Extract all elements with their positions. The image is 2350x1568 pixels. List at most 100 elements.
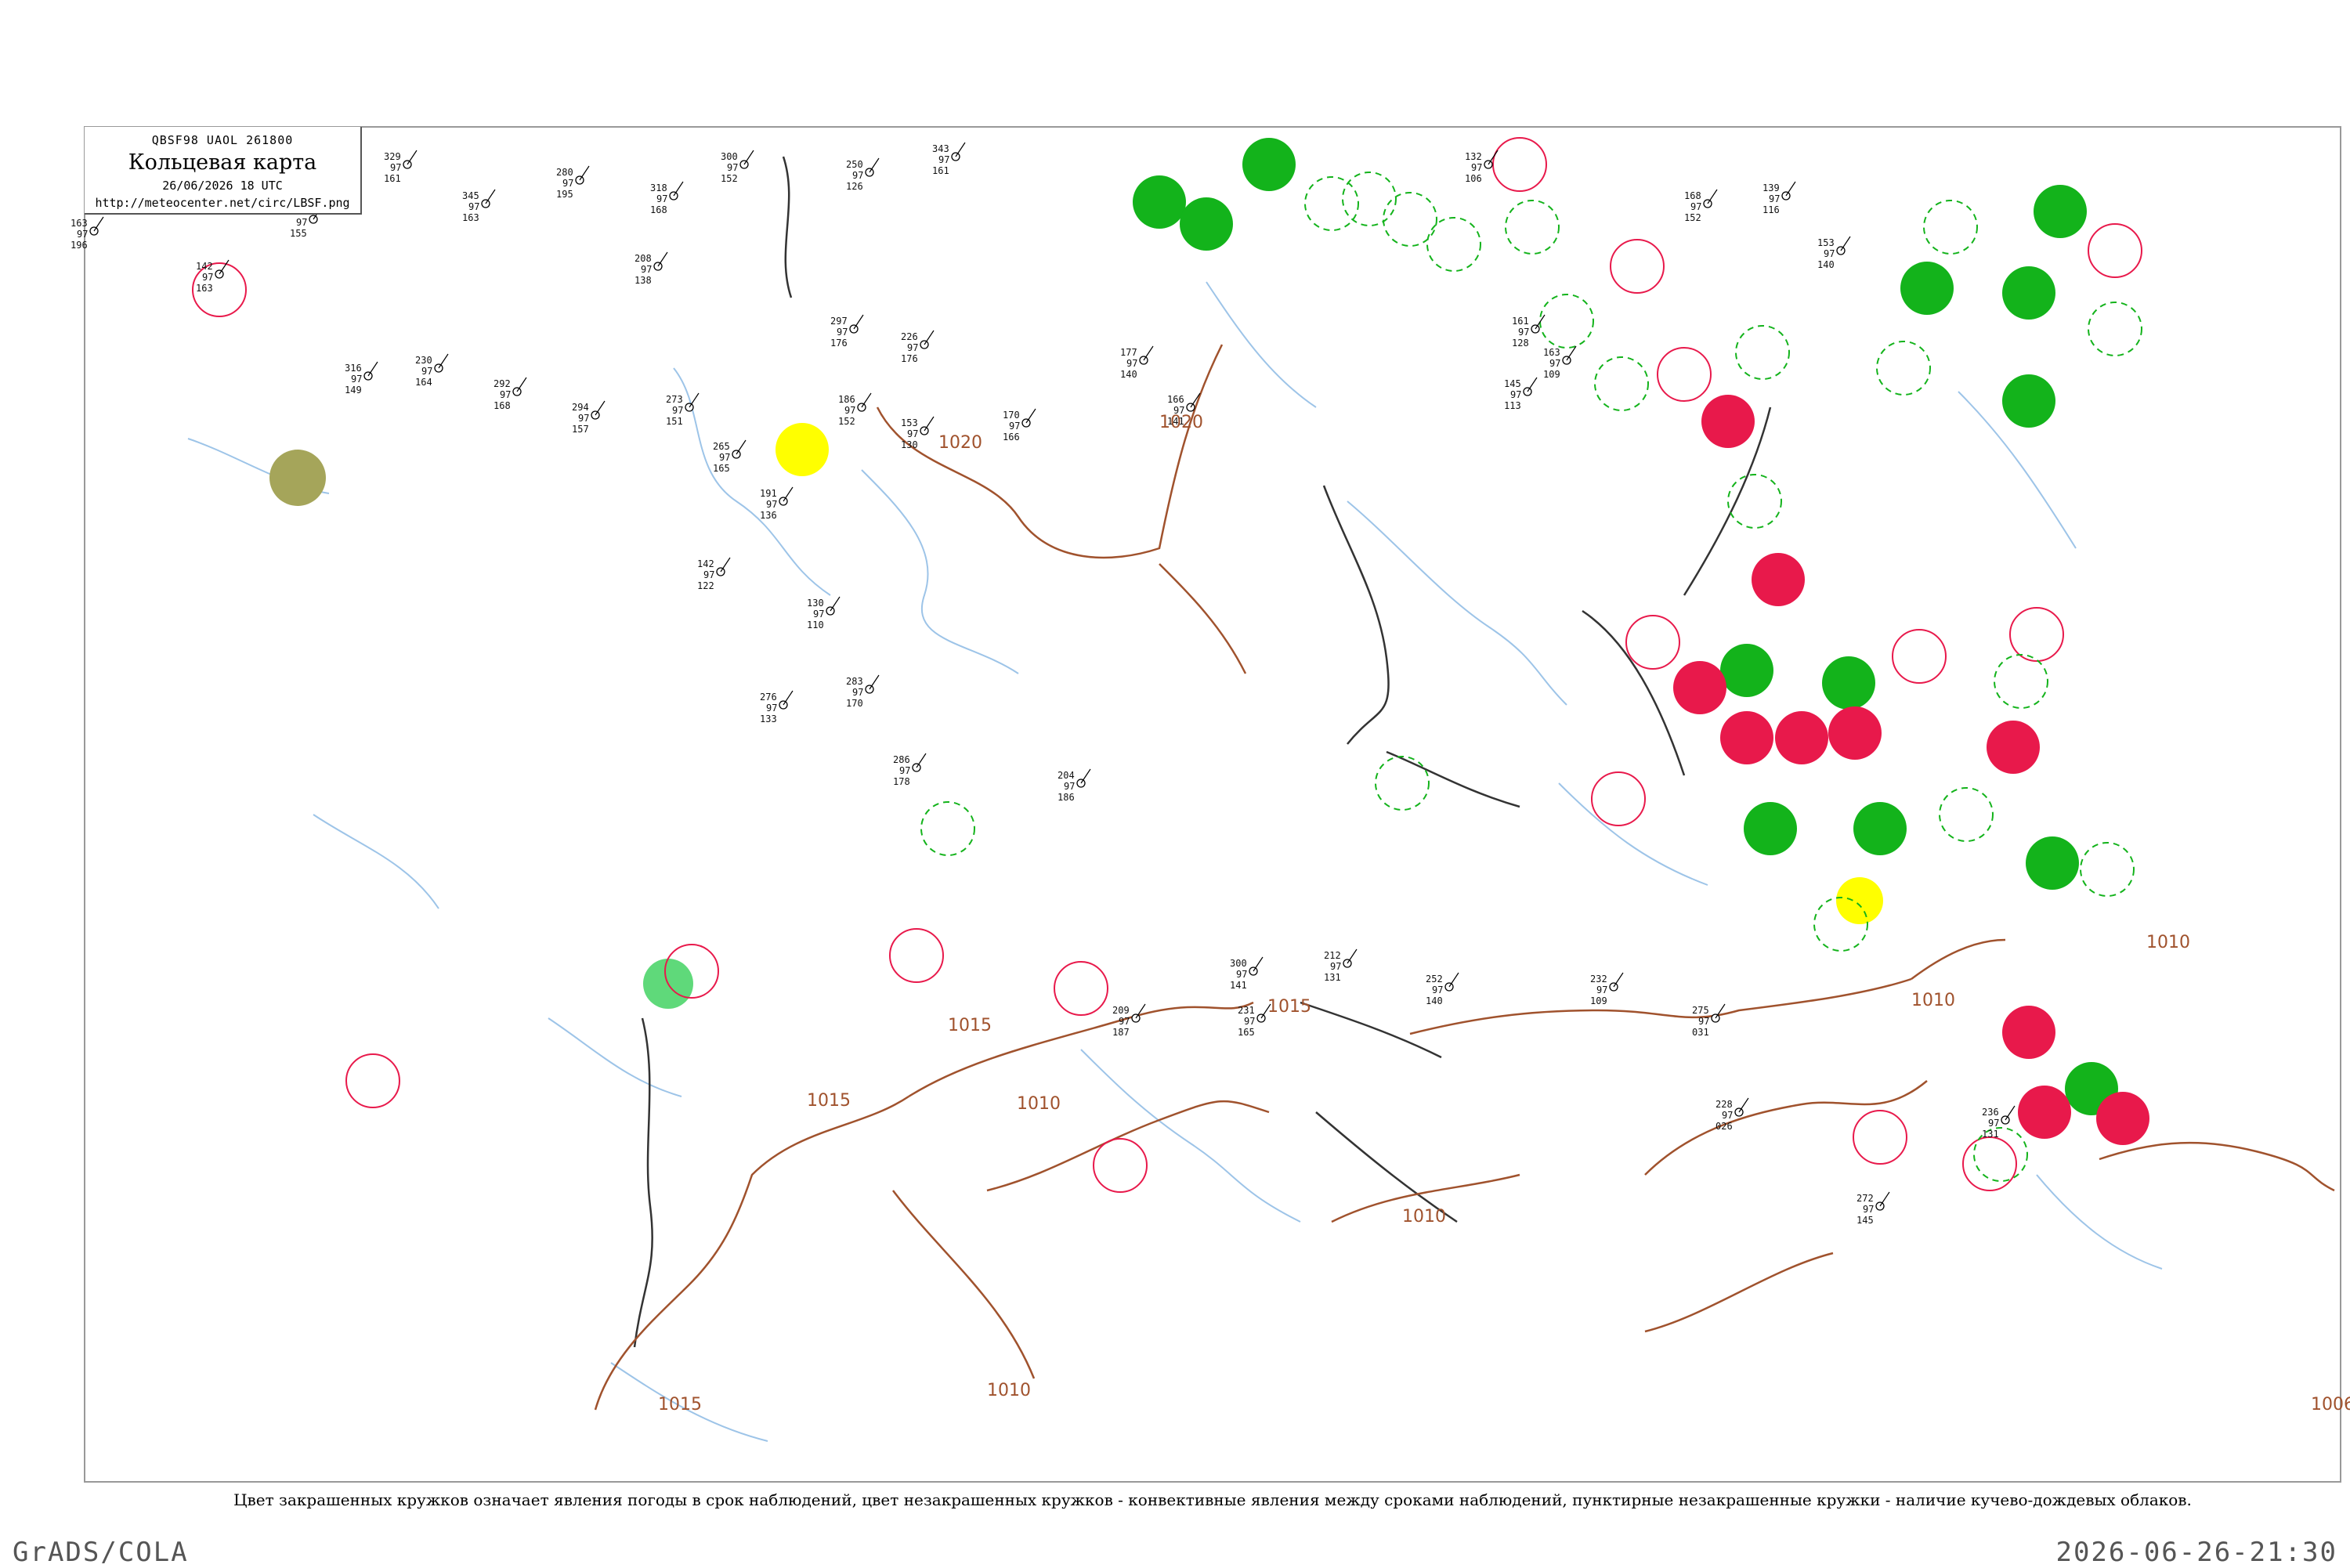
temperature-value: 145 [1504,378,1521,389]
pressure-tendency-value: 97 [813,609,824,620]
pressure-tendency-value: 97 [77,229,88,240]
visibility-value: 145 [1856,1215,1874,1226]
temperature-value: 139 [1762,182,1780,193]
pressure-tendency-value: 97 [766,499,777,510]
visibility-value: 116 [1762,204,1780,215]
visibility-value: 161 [384,173,401,184]
visibility-value: 165 [713,463,730,474]
temperature-value: 343 [932,143,949,154]
pressure-tendency-value: 97 [837,327,848,338]
isobar-label-1015: 1015 [948,1016,992,1035]
thunderstorm-circle [2002,1006,2055,1059]
temperature-value: 170 [1003,410,1020,421]
rain-circle [1744,802,1797,855]
pressure-tendency-value: 97 [656,193,667,204]
rain-circle [1180,197,1233,251]
pressure-tendency-value: 97 [1244,1016,1255,1027]
temperature-value: 204 [1058,770,1075,781]
thunderstorm-circle [1775,711,1828,764]
temperature-value: 186 [838,394,855,405]
map-datetime: 26/06/2026 18 UTC [162,179,283,193]
temperature-value: 208 [634,253,652,264]
visibility-value: 109 [1543,369,1560,380]
pressure-tendency-value: 97 [1510,389,1521,400]
visibility-value: 138 [634,275,652,286]
visibility-value: 151 [666,416,683,427]
legend-caption: Цвет закрашенных кружков означает явлени… [233,1490,2192,1509]
pressure-tendency-value: 97 [1698,1016,1709,1027]
pressure-tendency-value: 97 [907,342,918,353]
map-title-box: QBSF98 UAOL 261800 Кольцевая карта 26/06… [85,127,362,215]
pressure-tendency-value: 97 [1432,985,1443,995]
visibility-value: 166 [1003,432,1020,443]
temperature-value: 130 [807,598,824,609]
rain-circle [1133,175,1186,229]
temperature-value: 231 [1238,1005,1255,1016]
pressure-tendency-value: 97 [500,389,511,400]
isobar-label-1010: 1010 [2146,933,2190,952]
visibility-value: 170 [846,698,863,709]
temperature-value: 209 [1112,1005,1130,1016]
visibility-value: 140 [1426,995,1443,1006]
isobar-label-1010: 1010 [1017,1094,1061,1114]
thunderstorm-circle [1828,706,1882,760]
pressure-tendency-value: 97 [1009,421,1020,432]
visibility-value: 149 [345,385,362,396]
rain-circle [2026,836,2079,890]
pressure-tendency-value: 97 [766,703,777,714]
pressure-tendency-value: 97 [703,569,714,580]
isobar-label-1010: 1010 [987,1381,1031,1400]
rain-circle [1242,138,1296,191]
visibility-value: 136 [760,510,777,521]
temperature-value: 142 [196,261,213,272]
temperature-value: 275 [1692,1005,1709,1016]
pressure-tendency-value: 97 [1988,1118,1999,1129]
temperature-value: 236 [1982,1107,1999,1118]
fog-circle [1836,877,1883,924]
pressure-tendency-value: 97 [1119,1016,1130,1027]
temperature-value: 166 [1167,394,1184,405]
rain-circle [1900,262,1954,315]
isobar-label-1010: 1010 [1402,1207,1446,1227]
pressure-tendency-value: 97 [468,201,479,212]
pressure-tendency-value: 97 [421,366,432,377]
visibility-value: 141 [1230,980,1247,991]
rain-circle [2002,374,2055,428]
temperature-value: 329 [384,151,401,162]
isobar-label-1015: 1015 [658,1395,702,1414]
dust-circle [269,450,326,506]
pressure-tendency-value: 97 [1064,781,1075,792]
pressure-tendency-value: 97 [1471,162,1482,173]
pressure-tendency-value: 97 [727,162,738,173]
thunderstorm-circle [1752,553,1805,606]
pressure-tendency-value: 97 [1824,248,1835,259]
map-frame [84,126,2341,1483]
temperature-value: 161 [1512,316,1529,327]
visibility-value: 133 [760,714,777,724]
pressure-tendency-value: 97 [852,170,863,181]
temperature-value: 232 [1590,974,1607,985]
temperature-value: 286 [893,754,910,765]
visibility-value: 196 [70,240,88,251]
pressure-tendency-value: 97 [562,178,573,189]
visibility-value: 126 [846,181,863,192]
visibility-value: 165 [1238,1027,1255,1038]
pressure-tendency-value: 97 [719,452,730,463]
isobar-label-1015: 1015 [1267,997,1311,1017]
temperature-value: 191 [760,488,777,499]
temperature-value: 230 [415,355,432,366]
isobar-label-1020: 1020 [938,433,982,453]
temperature-value: 294 [572,402,589,413]
temperature-value: 163 [70,218,88,229]
temperature-value: 163 [1543,347,1560,358]
pressure-tendency-value: 97 [907,428,918,439]
visibility-value: 106 [1465,173,1482,184]
temperature-value: 153 [1817,237,1835,248]
visibility-value: 130 [901,439,918,450]
temperature-value: 300 [721,151,738,162]
visibility-value: 109 [1590,995,1607,1006]
temperature-value: 297 [830,316,848,327]
source-url[interactable]: http://meteocenter.net/circ/LBSF.png [85,196,360,210]
pressure-tendency-value: 97 [1690,201,1701,212]
visibility-value: 164 [415,377,432,388]
